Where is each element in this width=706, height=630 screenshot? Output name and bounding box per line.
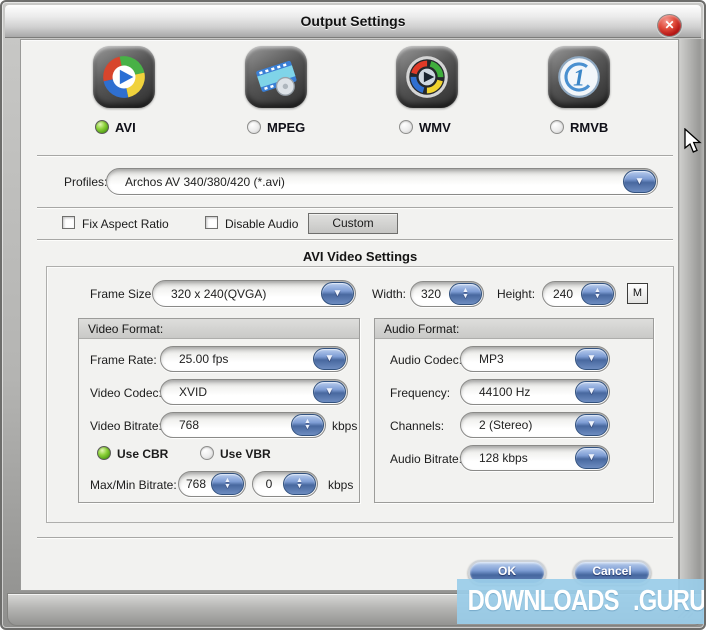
frequency-value: 44100 Hz bbox=[479, 385, 531, 399]
rmvb-radio[interactable] bbox=[550, 120, 564, 134]
disable-audio-checkbox[interactable] bbox=[205, 216, 218, 229]
video-bitrate-value: 768 bbox=[179, 418, 200, 432]
video-format-title: Video Format: bbox=[79, 319, 359, 339]
frame-size-value: 320 x 240(QVGA) bbox=[171, 286, 267, 301]
profiles-label: Profiles: bbox=[64, 175, 108, 189]
frequency-dropdown[interactable]: 44100 Hz ▼ bbox=[460, 379, 610, 405]
frame-size-label: Frame Size bbox=[90, 287, 152, 301]
use-vbr-label: Use VBR bbox=[220, 447, 271, 461]
audio-codec-value: MP3 bbox=[479, 352, 504, 366]
profiles-dropdown[interactable]: Archos AV 340/380/420 (*.avi) ▼ bbox=[106, 168, 658, 195]
dialog-title: Output Settings bbox=[300, 13, 406, 29]
dropdown-arrow-icon[interactable]: ▼ bbox=[321, 282, 354, 305]
frame-rate-dropdown[interactable]: 25.00 fps ▼ bbox=[160, 346, 348, 372]
spinner-arrows-icon[interactable]: ▲ ▼ bbox=[291, 414, 324, 436]
m-button[interactable]: M bbox=[627, 283, 648, 304]
close-button[interactable]: ✕ bbox=[657, 14, 682, 37]
mpeg-radio-label: MPEG bbox=[267, 120, 306, 135]
dropdown-arrow-icon[interactable]: ▼ bbox=[575, 414, 608, 436]
audio-bitrate-dropdown[interactable]: 128 kbps ▼ bbox=[460, 445, 610, 471]
audio-bitrate-value: 128 kbps bbox=[479, 451, 528, 465]
avi-radio[interactable] bbox=[95, 120, 109, 134]
width-stepper[interactable]: 320 ▲ ▼ bbox=[410, 281, 484, 307]
max-bitrate-stepper[interactable]: 768 ▲ ▼ bbox=[178, 471, 246, 497]
audio-codec-label: Audio Codec: bbox=[390, 353, 463, 367]
svg-text:1: 1 bbox=[573, 65, 585, 91]
watermark-text-left: DOWNLOADS bbox=[467, 585, 620, 617]
use-cbr-label: Use CBR bbox=[117, 447, 169, 461]
use-cbr-radio[interactable] bbox=[97, 446, 111, 460]
wmv-format-icon[interactable] bbox=[396, 46, 458, 108]
channels-label: Channels: bbox=[390, 419, 445, 433]
channels-value: 2 (Stereo) bbox=[479, 418, 533, 432]
rmvb-format-icon[interactable]: 1 bbox=[548, 46, 610, 108]
dropdown-arrow-icon[interactable]: ▼ bbox=[313, 348, 346, 370]
mpeg-icon bbox=[256, 60, 297, 96]
watermark-text-right: .GURU bbox=[633, 585, 706, 617]
rmvb-radio-label: RMVB bbox=[570, 120, 609, 135]
rmvb-icon: 1 bbox=[558, 56, 600, 98]
title-bar[interactable]: Output Settings ✕ bbox=[5, 5, 701, 38]
avi-radio-label: AVI bbox=[115, 120, 136, 135]
mpeg-format-icon[interactable] bbox=[245, 46, 307, 108]
min-bitrate-value: 0 bbox=[265, 477, 273, 491]
frame-size-dropdown[interactable]: 320 x 240(QVGA) ▼ bbox=[152, 280, 356, 307]
disable-audio-label: Disable Audio bbox=[225, 217, 299, 231]
separator bbox=[37, 155, 673, 157]
video-bitrate-label: Video Bitrate: bbox=[90, 419, 162, 433]
watermark-banner: DOWNLOADS .GURU bbox=[457, 579, 706, 624]
avi-settings-heading: AVI Video Settings bbox=[302, 249, 418, 264]
width-label: Width: bbox=[372, 287, 407, 301]
video-codec-value: XVID bbox=[179, 385, 208, 399]
video-codec-dropdown[interactable]: XVID ▼ bbox=[160, 379, 348, 405]
width-value: 320 bbox=[420, 287, 442, 301]
use-vbr-radio[interactable] bbox=[200, 446, 214, 460]
max-bitrate-value: 768 bbox=[185, 477, 207, 491]
height-label: Height: bbox=[497, 287, 536, 301]
dropdown-arrow-icon[interactable]: ▼ bbox=[313, 381, 346, 403]
video-bitrate-stepper[interactable]: 768 ▲ ▼ bbox=[160, 412, 326, 438]
video-codec-label: Video Codec: bbox=[90, 386, 162, 400]
maxmin-bitrate-unit: kbps bbox=[328, 478, 354, 492]
channels-dropdown[interactable]: 2 (Stereo) ▼ bbox=[460, 412, 610, 438]
custom-button[interactable]: Custom bbox=[308, 213, 398, 234]
output-settings-dialog: Output Settings ✕ 1 AVI MPEG WMV RMVB Pr… bbox=[0, 0, 706, 630]
frame-rate-value: 25.00 fps bbox=[179, 352, 229, 366]
avi-format-icon[interactable] bbox=[93, 46, 155, 108]
dropdown-arrow-icon[interactable]: ▼ bbox=[575, 348, 608, 370]
maxmin-bitrate-label: Max/Min Bitrate: bbox=[90, 478, 177, 492]
separator bbox=[37, 537, 673, 539]
frequency-label: Frequency: bbox=[390, 386, 451, 400]
wmv-radio-label: WMV bbox=[419, 120, 451, 135]
spinner-arrows-icon[interactable]: ▲ ▼ bbox=[211, 473, 244, 495]
height-value: 240 bbox=[552, 287, 574, 301]
height-stepper[interactable]: 240 ▲ ▼ bbox=[542, 281, 616, 307]
close-icon: ✕ bbox=[664, 18, 675, 32]
video-bitrate-unit: kbps bbox=[332, 419, 358, 433]
mpeg-radio[interactable] bbox=[247, 120, 261, 134]
separator bbox=[37, 239, 673, 241]
spinner-arrows-icon[interactable]: ▲ ▼ bbox=[581, 283, 614, 305]
dropdown-arrow-icon[interactable]: ▼ bbox=[575, 447, 608, 469]
separator bbox=[37, 207, 673, 209]
spinner-arrows-icon[interactable]: ▲ ▼ bbox=[449, 283, 482, 305]
audio-codec-dropdown[interactable]: MP3 ▼ bbox=[460, 346, 610, 372]
fix-aspect-ratio-checkbox[interactable] bbox=[62, 216, 75, 229]
fix-aspect-ratio-label: Fix Aspect Ratio bbox=[82, 217, 169, 231]
dropdown-arrow-icon[interactable]: ▼ bbox=[575, 381, 608, 403]
audio-bitrate-label: Audio Bitrate: bbox=[390, 452, 463, 466]
dropdown-arrow-icon[interactable]: ▼ bbox=[623, 170, 656, 193]
window-right-frame bbox=[680, 39, 704, 591]
mouse-cursor-icon bbox=[684, 128, 702, 153]
wmv-icon bbox=[406, 56, 448, 98]
avi-icon bbox=[103, 56, 145, 98]
min-bitrate-stepper[interactable]: 0 ▲ ▼ bbox=[252, 471, 318, 497]
audio-format-title: Audio Format: bbox=[375, 319, 653, 339]
frame-rate-label: Frame Rate: bbox=[90, 353, 157, 367]
wmv-radio[interactable] bbox=[399, 120, 413, 134]
profiles-value: Archos AV 340/380/420 (*.avi) bbox=[125, 174, 285, 189]
spinner-arrows-icon[interactable]: ▲ ▼ bbox=[283, 473, 316, 495]
